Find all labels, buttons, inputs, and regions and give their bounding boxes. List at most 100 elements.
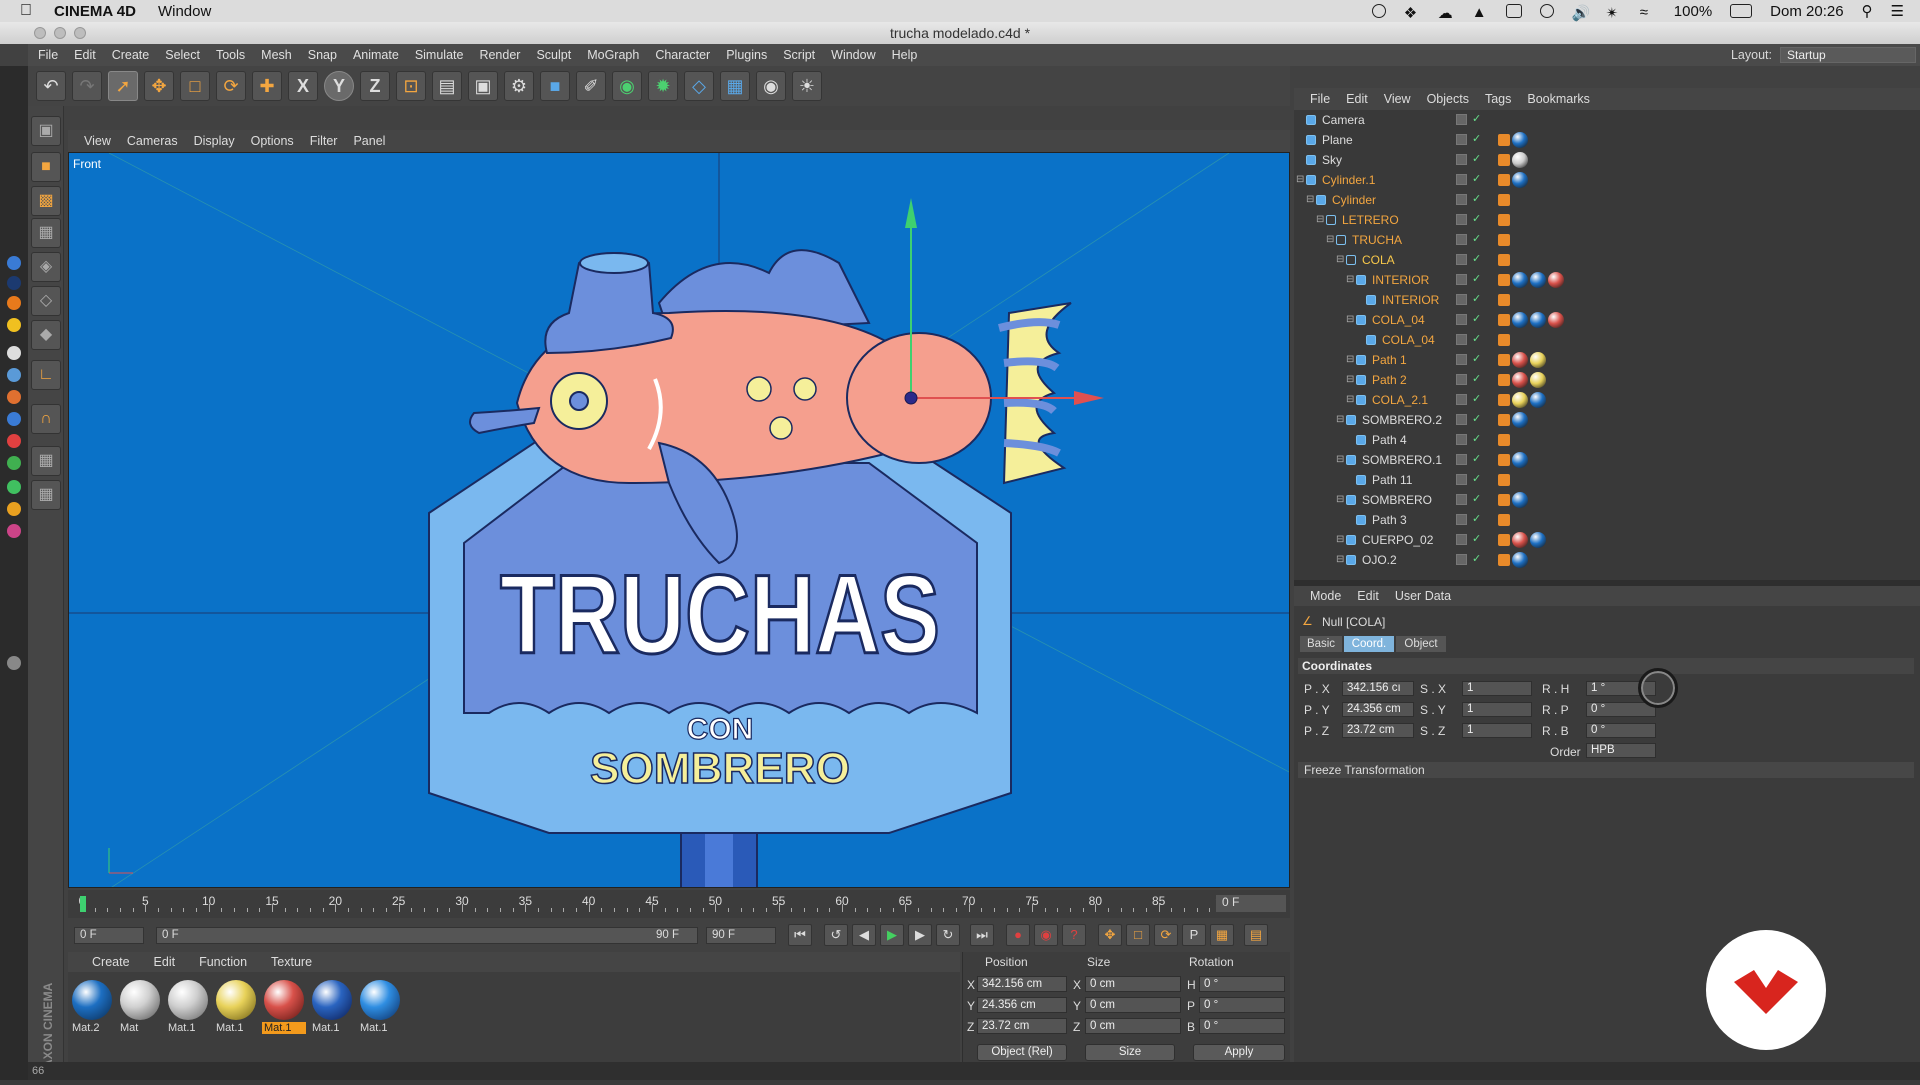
visibility-flags[interactable]: ✓ xyxy=(1456,554,1486,566)
object-name[interactable]: Path 11 xyxy=(1372,470,1412,490)
material-swatch[interactable]: Mat.1 xyxy=(310,978,354,1040)
layer-flag[interactable] xyxy=(1456,434,1467,445)
menu-window[interactable]: Window xyxy=(831,48,875,62)
apply-button[interactable]: Apply xyxy=(1193,1044,1285,1061)
object-row[interactable]: Path 3 ✓ xyxy=(1294,510,1910,530)
material-tag-icon[interactable] xyxy=(1512,172,1528,188)
object-name[interactable]: INTERIOR xyxy=(1372,270,1429,290)
object-row[interactable]: ⊟ COLA_04 ✓ xyxy=(1294,310,1910,330)
floor-button[interactable]: ▦ xyxy=(720,71,750,101)
visibility-flags[interactable]: ✓ xyxy=(1456,194,1486,206)
menu-create[interactable]: Create xyxy=(112,48,150,62)
record-scale-button[interactable]: □ xyxy=(1126,924,1150,946)
layer-flag[interactable] xyxy=(1456,154,1467,165)
snap-button[interactable]: ∩ xyxy=(31,404,61,434)
phong-tag-icon[interactable] xyxy=(1498,454,1510,466)
phong-tag-icon[interactable] xyxy=(1498,534,1510,546)
visibility-flags[interactable]: ✓ xyxy=(1456,454,1486,466)
play-button[interactable]: ▶ xyxy=(880,924,904,946)
rotation-p-field[interactable]: 0 ° xyxy=(1199,997,1285,1013)
object-row[interactable]: ⊟ TRUCHA ✓ xyxy=(1294,230,1910,250)
wifi-icon[interactable]: ≈ xyxy=(1640,4,1656,21)
object-row[interactable]: Camera ✓ xyxy=(1294,110,1910,130)
object-row[interactable]: ⊟ LETRERO ✓ xyxy=(1294,210,1910,230)
record-rotation-button[interactable]: ⟳ xyxy=(1154,924,1178,946)
layer-flag[interactable] xyxy=(1456,474,1467,485)
expand-toggle-icon[interactable]: ⊟ xyxy=(1346,270,1354,290)
menu-plugins[interactable]: Plugins xyxy=(726,48,767,62)
cloud-icon[interactable]: ☁ xyxy=(1438,4,1454,22)
expand-toggle-icon[interactable]: ⊟ xyxy=(1336,410,1344,430)
phong-tag-icon[interactable] xyxy=(1498,194,1510,206)
object-name[interactable]: COLA xyxy=(1362,250,1395,270)
visibility-flags[interactable]: ✓ xyxy=(1456,214,1486,226)
expand-toggle-icon[interactable]: ⊟ xyxy=(1336,450,1344,470)
material-swatch[interactable]: Mat.2 xyxy=(70,978,114,1040)
visibility-flags[interactable]: ✓ xyxy=(1456,134,1486,146)
expand-toggle-icon[interactable]: ⊟ xyxy=(1306,190,1314,210)
material-menu-function[interactable]: Function xyxy=(199,955,247,969)
material-tag-icon[interactable] xyxy=(1512,312,1528,328)
visibility-flags[interactable]: ✓ xyxy=(1456,334,1486,346)
freeze-transformation-section[interactable]: Freeze Transformation xyxy=(1298,762,1914,778)
next-key-button[interactable]: ↻ xyxy=(936,924,960,946)
previous-key-button[interactable]: ↺ xyxy=(824,924,848,946)
workplane-mode-button[interactable]: ▦ xyxy=(31,218,61,248)
dropbox-icon[interactable]: ❖ xyxy=(1404,4,1420,22)
phong-tag-icon[interactable] xyxy=(1498,314,1510,326)
spline-pen-button[interactable]: ✐ xyxy=(576,71,606,101)
workplane-button[interactable]: ▦ xyxy=(31,446,61,476)
phong-tag-icon[interactable] xyxy=(1498,414,1510,426)
object-name[interactable]: SOMBRERO xyxy=(1362,490,1432,510)
material-tag-icon[interactable] xyxy=(1530,392,1546,408)
expand-toggle-icon[interactable]: ⊟ xyxy=(1296,170,1304,190)
visibility-flags[interactable]: ✓ xyxy=(1456,414,1486,426)
enable-check-icon[interactable]: ✓ xyxy=(1472,554,1481,565)
object-row[interactable]: ⊟ OJO.2 ✓ xyxy=(1294,550,1910,570)
bluetooth-icon[interactable]: ✴ xyxy=(1606,4,1622,22)
app-icon-blue-2[interactable] xyxy=(7,412,21,426)
enable-check-icon[interactable]: ✓ xyxy=(1472,514,1481,525)
cube-primitive-button[interactable]: ■ xyxy=(540,71,570,101)
expand-toggle-icon[interactable]: ⊟ xyxy=(1336,550,1344,570)
phong-tag-icon[interactable] xyxy=(1498,554,1510,566)
visibility-flags[interactable]: ✓ xyxy=(1456,314,1486,326)
object-row[interactable]: ⊟ Cylinder.1 ✓ xyxy=(1294,170,1910,190)
x-axis-lock-button[interactable]: X xyxy=(288,71,318,101)
enable-check-icon[interactable]: ✓ xyxy=(1472,234,1481,245)
autokeying-button[interactable]: ◉ xyxy=(1034,924,1058,946)
object-row[interactable]: ⊟ CUERPO_02 ✓ xyxy=(1294,530,1910,550)
attr-s-z-field[interactable]: 1 xyxy=(1462,723,1532,738)
timeline-ticks[interactable]: 051015202530354045505560657075808590 xyxy=(79,892,1229,916)
object-menu-file[interactable]: File xyxy=(1310,92,1330,106)
coordinate-mode-select[interactable]: Object (Rel) xyxy=(977,1044,1067,1061)
material-tag-icon[interactable] xyxy=(1548,312,1564,328)
preview-range-slider[interactable]: 0 F 90 F xyxy=(156,926,698,944)
enable-check-icon[interactable]: ✓ xyxy=(1472,254,1481,265)
phong-tag-icon[interactable] xyxy=(1498,374,1510,386)
enable-check-icon[interactable]: ✓ xyxy=(1472,174,1481,185)
layer-flag[interactable] xyxy=(1456,514,1467,525)
menu-simulate[interactable]: Simulate xyxy=(415,48,464,62)
coordinate-system-button[interactable]: ⊡ xyxy=(396,71,426,101)
battery-icon[interactable] xyxy=(1730,4,1753,18)
visibility-flags[interactable]: ✓ xyxy=(1456,354,1486,366)
layer-flag[interactable] xyxy=(1456,534,1467,545)
move-tool-button[interactable]: ✥ xyxy=(144,71,174,101)
expand-toggle-icon[interactable]: ⊟ xyxy=(1316,210,1324,230)
timeline-window-button[interactable]: ▤ xyxy=(1244,924,1268,946)
object-menu-view[interactable]: View xyxy=(1384,92,1411,106)
object-menu-objects[interactable]: Objects xyxy=(1427,92,1469,106)
minimize-window-icon[interactable] xyxy=(54,27,66,39)
object-row[interactable]: ⊟ INTERIOR ✓ xyxy=(1294,270,1910,290)
attr-s-y-field[interactable]: 1 xyxy=(1462,702,1532,717)
playhead[interactable] xyxy=(80,896,86,912)
texture-mode-button[interactable]: ▩ xyxy=(31,186,61,216)
phong-tag-icon[interactable] xyxy=(1498,434,1510,446)
phong-tag-icon[interactable] xyxy=(1498,214,1510,226)
menu-file[interactable]: File xyxy=(38,48,58,62)
object-name[interactable]: Cylinder xyxy=(1332,190,1376,210)
phong-tag-icon[interactable] xyxy=(1498,494,1510,506)
previous-frame-button[interactable]: ◀ xyxy=(852,924,876,946)
layer-flag[interactable] xyxy=(1456,334,1467,345)
